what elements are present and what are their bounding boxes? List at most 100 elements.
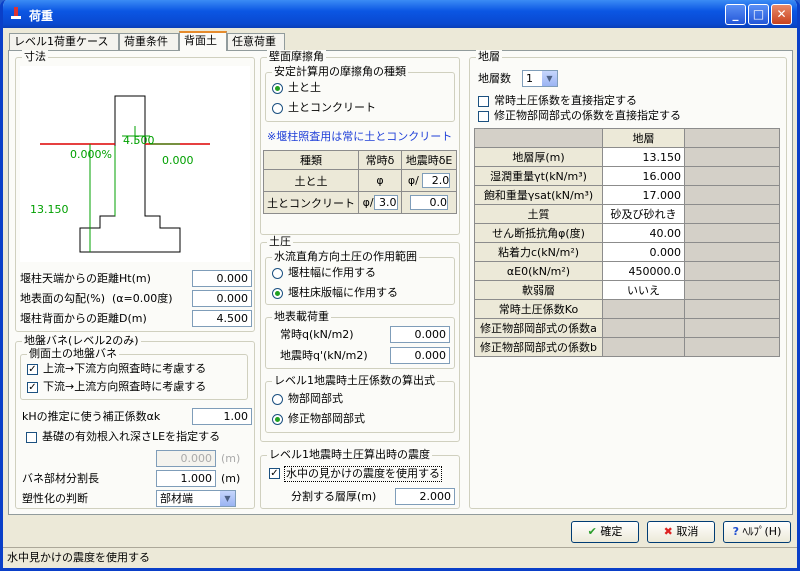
friction-row2-normal-input[interactable]: 3.0 xyxy=(373,195,398,210)
friction-row1-quake-input[interactable]: 2.0 xyxy=(422,173,451,188)
dimensions-group: 寸法 4.500 0.000% 0.000 13.150 堰柱天端からの距離Ht… xyxy=(15,50,255,332)
surcharge-normal-input[interactable]: 0.000 xyxy=(390,326,450,343)
strata-row-value[interactable]: 13.150 xyxy=(602,147,685,167)
wall-friction-group: 壁面摩擦角 安定計算用の摩擦角の種類 土と土 土とコンクリート ※堰柱照査用は常… xyxy=(260,50,460,235)
strata-row: せん断抵抗角φ(度) 40.00 xyxy=(474,223,780,243)
friction-row2-quake-input[interactable]: 0.0 xyxy=(410,195,449,210)
mononobe-radio[interactable] xyxy=(272,394,283,405)
side-spring-title: 側面土の地盤バネ xyxy=(27,347,119,361)
apparent-seismic-checkbox[interactable]: ✓ xyxy=(269,468,280,479)
fig-slope-right: 0.000 xyxy=(162,154,194,167)
tab-load-conditions[interactable]: 荷重条件 xyxy=(119,33,179,50)
tab-arbitrary-load[interactable]: 任意荷重 xyxy=(227,33,285,50)
d-input[interactable]: 4.500 xyxy=(192,310,252,327)
slope-angle-note: (α=0.00度) xyxy=(112,292,173,305)
strata-row-label: 修正物部岡部式の係数a xyxy=(474,318,603,338)
check-icon: ✔ xyxy=(587,525,597,538)
fig-height: 13.150 xyxy=(30,203,69,216)
ground-spring-group: 地盤バネ(レベル2のみ) 側面土の地盤バネ ✓ 上流→下流方向照査時に考慮する … xyxy=(15,334,255,509)
help-button[interactable]: ? ﾍﾙﾌﾟ(H) xyxy=(723,521,791,543)
strata-empty-col xyxy=(684,128,780,148)
d-label: 堰柱背面からの距離D(m) xyxy=(20,312,147,325)
status-bar: 水中見かけの震度を使用する xyxy=(3,547,797,568)
layer-thickness-input[interactable]: 2.000 xyxy=(395,488,455,505)
strata-count-select[interactable]: 1 ▼ xyxy=(522,70,558,87)
strata-corner xyxy=(474,128,603,148)
strata-row-value xyxy=(602,318,685,338)
soil-soil-radio[interactable] xyxy=(272,83,283,94)
surcharge-quake-input[interactable]: 0.000 xyxy=(390,347,450,364)
kh-label: kHの推定に使う補正係数αk xyxy=(22,410,161,423)
soil-concrete-label: 土とコンクリート xyxy=(288,101,376,114)
kh-input[interactable]: 1.00 xyxy=(192,408,252,425)
strata-row-value xyxy=(602,337,685,357)
soil-soil-label: 土と土 xyxy=(288,81,321,94)
soil-concrete-radio[interactable] xyxy=(272,103,283,114)
embed-input[interactable]: 0.000 xyxy=(156,450,216,467)
pier-width-radio[interactable] xyxy=(272,268,283,279)
strata-title: 地層 xyxy=(476,50,502,64)
ht-input[interactable]: 0.000 xyxy=(192,270,252,287)
strata-row-value[interactable]: 16.000 xyxy=(602,166,685,186)
strata-row-empty xyxy=(684,223,780,243)
strata-count-label: 地層数 xyxy=(478,72,511,85)
friction-row1-normal: φ xyxy=(357,169,403,192)
cancel-button[interactable]: ✖ 取消 xyxy=(647,521,715,543)
strata-row-empty xyxy=(684,242,780,262)
ko-direct-checkbox[interactable] xyxy=(478,96,489,107)
pressure-range-title: 水流直角方向土圧の作用範囲 xyxy=(272,250,419,264)
window-title: 荷重 xyxy=(29,9,54,23)
strata-row-label: 修正物部岡部式の係数b xyxy=(474,337,603,357)
maximize-button[interactable]: □ xyxy=(748,4,769,25)
strata-row-empty xyxy=(684,318,780,338)
surcharge-quake-label: 地震時q'(kN/m2) xyxy=(280,349,368,362)
pressure-method-title: レベル1地震時土圧係数の算出式 xyxy=(272,374,437,388)
strata-row-value[interactable]: 40.00 xyxy=(602,223,685,243)
friction-row2-quake-cell: 0.0 xyxy=(401,191,457,214)
downstream-checkbox[interactable]: ✓ xyxy=(27,382,38,393)
apparent-seismic-label: 水中の見かけの震度を使用する xyxy=(284,466,442,482)
cancel-label: 取消 xyxy=(676,525,699,538)
slab-width-radio[interactable] xyxy=(272,288,283,299)
ok-button[interactable]: ✔ 確定 xyxy=(571,521,639,543)
strata-row-label: 地層厚(m) xyxy=(474,147,603,167)
strata-row-value[interactable]: 17.000 xyxy=(602,185,685,205)
minimize-button[interactable]: _ xyxy=(725,4,746,25)
strata-row: αE0(kN/m²) 450000.0 xyxy=(474,261,780,281)
strata-row: 飽和重量γsat(kN/m³) 17.000 xyxy=(474,185,780,205)
tab-backfill[interactable]: 背面土 xyxy=(179,31,227,51)
embed-unit: (m) xyxy=(221,452,241,465)
strata-row-value[interactable]: 0.000 xyxy=(602,242,685,262)
ht-label: 堰柱天端からの距離Ht(m) xyxy=(20,272,151,285)
tab-level1-cases[interactable]: レベル1荷重ケース xyxy=(9,33,119,50)
modified-mononobe-radio[interactable] xyxy=(272,414,283,425)
friction-row1-name: 土と土 xyxy=(263,169,359,192)
chevron-down-icon: ▼ xyxy=(219,491,235,506)
ko-direct-label: 常時土圧係数を直接指定する xyxy=(494,94,637,107)
friction-note: ※堰柱照査用は常に土とコンクリート xyxy=(267,130,453,143)
strata-row-value[interactable]: 砂及び砂れき xyxy=(602,204,685,224)
friction-row1-quake-cell: φ/ 2.0 xyxy=(401,169,457,192)
slope-input[interactable]: 0.000 xyxy=(192,290,252,307)
chevron-down-icon: ▼ xyxy=(541,71,557,86)
strata-col-header: 地層 xyxy=(602,128,685,148)
surcharge-group: 地表載荷重 常時q(kN/m2) 0.000 地震時q'(kN/m2) 0.00… xyxy=(265,310,455,369)
close-button[interactable]: ✕ xyxy=(771,4,792,25)
x-icon: ✖ xyxy=(663,525,673,538)
coef-direct-label: 修正物部岡部式の係数を直接指定する xyxy=(494,109,681,122)
strata-row-label: 常時土圧係数Ko xyxy=(474,299,603,319)
friction-col-normal: 常時δ xyxy=(357,150,403,170)
mononobe-label: 物部岡部式 xyxy=(288,392,343,405)
plastic-select[interactable]: 部材端 ▼ xyxy=(156,490,236,507)
upstream-checkbox[interactable]: ✓ xyxy=(27,364,38,375)
tab-panel: 寸法 4.500 0.000% 0.000 13.150 堰柱天端からの距離Ht… xyxy=(8,50,793,515)
downstream-label: 下流→上流方向照査時に考慮する xyxy=(43,380,207,393)
strata-row-label: 土質 xyxy=(474,204,603,224)
split-input[interactable]: 1.000 xyxy=(156,470,216,487)
pressure-method-group: レベル1地震時土圧係数の算出式 物部岡部式 修正物部岡部式 xyxy=(265,374,455,433)
strata-row-value[interactable]: 450000.0 xyxy=(602,261,685,281)
coef-direct-checkbox[interactable] xyxy=(478,111,489,122)
help-label: ﾍﾙﾌﾟ(H) xyxy=(742,525,782,538)
strata-row-value[interactable]: いいえ xyxy=(602,280,685,300)
embed-checkbox[interactable] xyxy=(26,432,37,443)
